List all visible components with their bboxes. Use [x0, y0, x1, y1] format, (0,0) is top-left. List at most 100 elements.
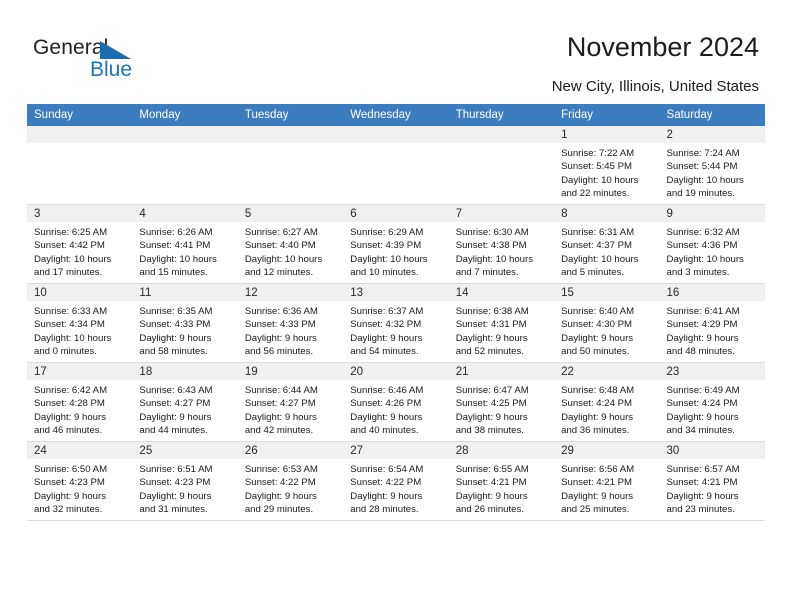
sunset-time: Sunset: 4:37 PM: [561, 240, 633, 252]
day-details: Sunrise: 6:36 AM Sunset: 4:33 PM Daylight:…: [238, 301, 343, 359]
day-number: 2: [659, 126, 765, 143]
daylight-duration-line2: and 48 minutes.: [666, 346, 735, 358]
calendar-day-cell[interactable]: 1 Sunrise: 7:22 AM Sunset: 5:45 PM Daylight…: [554, 126, 660, 205]
sunset-time: Sunset: 4:41 PM: [139, 240, 211, 252]
calendar-day-cell[interactable]: 4 Sunrise: 6:26 AM Sunset: 4:41 PM Daylight…: [132, 204, 238, 284]
sunrise-time: Sunrise: 6:36 AM: [244, 306, 318, 317]
day-number: 20: [343, 363, 449, 380]
sunrise-time: Sunrise: 6:33 AM: [34, 306, 108, 317]
sunset-time: Sunset: 4:21 PM: [666, 477, 738, 489]
day-details: Sunrise: 7:22 AM Sunset: 5:45 PM Daylight:…: [554, 143, 659, 201]
sunrise-sunset-calendar: Sunday Monday Tuesday Wednesday Thursday…: [27, 104, 765, 521]
sunset-time: Sunset: 4:25 PM: [455, 398, 527, 410]
calendar-day-cell[interactable]: 17 Sunrise: 6:42 AM Sunset: 4:28 PM Dayligh…: [27, 362, 133, 442]
day-details: Sunrise: 6:30 AM Sunset: 4:38 PM Daylight:…: [449, 222, 554, 280]
sunrise-time: Sunrise: 6:43 AM: [139, 385, 213, 396]
sunset-time: Sunset: 4:22 PM: [350, 477, 422, 489]
day-number: [343, 126, 449, 143]
calendar-day-cell[interactable]: 22 Sunrise: 6:48 AM Sunset: 4:24 PM Dayligh…: [554, 362, 660, 442]
sunset-time: Sunset: 4:23 PM: [139, 477, 211, 489]
calendar-day-cell[interactable]: 18 Sunrise: 6:43 AM Sunset: 4:27 PM Dayligh…: [132, 362, 238, 442]
calendar-day-cell[interactable]: 30 Sunrise: 6:57 AM Sunset: 4:21 PM Dayligh…: [659, 441, 765, 521]
sunset-time: Sunset: 4:28 PM: [34, 398, 105, 410]
daylight-duration-line1: Daylight: 9 hours: [666, 332, 739, 344]
sunset-time: Sunset: 4:29 PM: [666, 319, 738, 331]
day-number: 16: [659, 284, 765, 301]
daylight-duration-line2: and 10 minutes.: [350, 267, 419, 279]
calendar-day-cell[interactable]: 14 Sunrise: 6:38 AM Sunset: 4:31 PM Dayligh…: [448, 283, 555, 363]
calendar-day-cell[interactable]: 3 Sunrise: 6:25 AM Sunset: 4:42 PM Daylight…: [27, 204, 133, 284]
sunrise-time: Sunrise: 6:54 AM: [350, 464, 424, 475]
triangle-icon: [100, 41, 131, 59]
day-details: Sunrise: 6:41 AM Sunset: 4:29 PM Daylight:…: [660, 301, 765, 359]
calendar-day-cell[interactable]: 21 Sunrise: 6:47 AM Sunset: 4:25 PM Dayligh…: [448, 362, 555, 442]
daylight-duration-line2: and 19 minutes.: [666, 188, 735, 200]
calendar-day-cell[interactable]: 25 Sunrise: 6:51 AM Sunset: 4:23 PM Dayligh…: [132, 441, 238, 521]
sunset-time: Sunset: 4:32 PM: [350, 319, 422, 331]
day-details: Sunrise: 6:32 AM Sunset: 4:36 PM Daylight:…: [660, 222, 765, 280]
calendar-week-row: 24 Sunrise: 6:50 AM Sunset: 4:23 PM Dayligh…: [27, 441, 765, 521]
general-blue-logo[interactable]: General Blue: [33, 36, 173, 86]
calendar-day-cell[interactable]: 29 Sunrise: 6:56 AM Sunset: 4:21 PM Dayligh…: [554, 441, 660, 521]
calendar-day-cell[interactable]: 5 Sunrise: 6:27 AM Sunset: 4:40 PM Daylight…: [237, 204, 344, 284]
calendar-day-cell[interactable]: 16 Sunrise: 6:41 AM Sunset: 4:29 PM Dayligh…: [659, 283, 765, 363]
day-number: 11: [132, 284, 238, 301]
logo-text-blue: Blue: [90, 58, 133, 81]
calendar-day-cell[interactable]: 28 Sunrise: 6:55 AM Sunset: 4:21 PM Dayligh…: [448, 441, 555, 521]
daylight-duration-line1: Daylight: 10 hours: [561, 174, 639, 186]
daylight-duration-line1: Daylight: 9 hours: [561, 411, 634, 423]
day-details: Sunrise: 6:35 AM Sunset: 4:33 PM Daylight:…: [132, 301, 237, 359]
calendar-day-cell[interactable]: 19 Sunrise: 6:44 AM Sunset: 4:27 PM Dayligh…: [237, 362, 344, 442]
day-number: 12: [237, 284, 344, 301]
day-number: 9: [659, 205, 765, 222]
daylight-duration-line2: and 31 minutes.: [139, 504, 208, 516]
sunset-time: Sunset: 4:24 PM: [561, 398, 633, 410]
calendar-day-cell[interactable]: 9 Sunrise: 6:32 AM Sunset: 4:36 PM Daylight…: [659, 204, 765, 284]
calendar-day-cell[interactable]: 6 Sunrise: 6:29 AM Sunset: 4:39 PM Daylight…: [343, 204, 449, 284]
daylight-duration-line1: Daylight: 9 hours: [244, 332, 317, 344]
day-details: Sunrise: 6:44 AM Sunset: 4:27 PM Daylight:…: [238, 380, 343, 438]
calendar-day-cell[interactable]: 24 Sunrise: 6:50 AM Sunset: 4:23 PM Dayligh…: [27, 441, 133, 521]
sunrise-time: Sunrise: 6:27 AM: [244, 227, 318, 238]
sunrise-time: Sunrise: 6:53 AM: [244, 464, 318, 475]
daylight-duration-line1: Daylight: 10 hours: [139, 253, 217, 265]
day-number: [132, 126, 238, 143]
calendar-day-cell[interactable]: 23 Sunrise: 6:49 AM Sunset: 4:24 PM Dayligh…: [659, 362, 765, 442]
day-number: 1: [554, 126, 660, 143]
daylight-duration-line1: Daylight: 9 hours: [455, 411, 528, 423]
calendar-day-cell[interactable]: 20 Sunrise: 6:46 AM Sunset: 4:26 PM Dayligh…: [343, 362, 449, 442]
calendar-day-cell[interactable]: 26 Sunrise: 6:53 AM Sunset: 4:22 PM Dayligh…: [237, 441, 344, 521]
daylight-duration-line2: and 3 minutes.: [666, 267, 730, 279]
calendar-day-cell[interactable]: 8 Sunrise: 6:31 AM Sunset: 4:37 PM Daylight…: [554, 204, 660, 284]
calendar-day-cell[interactable]: 11 Sunrise: 6:35 AM Sunset: 4:33 PM Dayligh…: [132, 283, 238, 363]
daylight-duration-line2: and 38 minutes.: [455, 425, 524, 437]
daylight-duration-line1: Daylight: 9 hours: [34, 490, 106, 502]
calendar-day-cell[interactable]: 10 Sunrise: 6:33 AM Sunset: 4:34 PM Dayligh…: [27, 283, 133, 363]
daylight-duration-line1: Daylight: 9 hours: [244, 490, 317, 502]
calendar-day-cell[interactable]: 27 Sunrise: 6:54 AM Sunset: 4:22 PM Dayligh…: [343, 441, 449, 521]
daylight-duration-line2: and 50 minutes.: [561, 346, 630, 358]
calendar-day-cell[interactable]: 15 Sunrise: 6:40 AM Sunset: 4:30 PM Dayligh…: [554, 283, 660, 363]
calendar-week-row: 10 Sunrise: 6:33 AM Sunset: 4:34 PM Dayligh…: [27, 283, 765, 363]
calendar-day-cell[interactable]: 13 Sunrise: 6:37 AM Sunset: 4:32 PM Dayligh…: [343, 283, 449, 363]
calendar-empty-cell: [237, 126, 344, 205]
day-details: Sunrise: 6:27 AM Sunset: 4:40 PM Daylight:…: [238, 222, 343, 280]
daylight-duration-line1: Daylight: 9 hours: [139, 490, 212, 502]
daylight-duration-line2: and 56 minutes.: [244, 346, 314, 358]
sunrise-time: Sunrise: 6:48 AM: [561, 385, 635, 396]
calendar-day-cell[interactable]: 7 Sunrise: 6:30 AM Sunset: 4:38 PM Daylight…: [448, 204, 555, 284]
day-number: [27, 126, 133, 143]
daylight-duration-line1: Daylight: 9 hours: [666, 490, 739, 502]
daylight-duration-line2: and 46 minutes.: [34, 425, 103, 437]
calendar-day-cell[interactable]: 12 Sunrise: 6:36 AM Sunset: 4:33 PM Dayligh…: [237, 283, 344, 363]
day-details: Sunrise: 6:43 AM Sunset: 4:27 PM Daylight:…: [132, 380, 237, 438]
daylight-duration-line1: Daylight: 10 hours: [455, 253, 534, 265]
day-details: Sunrise: 6:42 AM Sunset: 4:28 PM Daylight:…: [27, 380, 132, 438]
daylight-duration-line1: Daylight: 10 hours: [34, 332, 112, 344]
day-number: 30: [659, 442, 765, 459]
sunrise-time: Sunrise: 6:57 AM: [666, 464, 740, 475]
daylight-duration-line1: Daylight: 9 hours: [455, 332, 528, 344]
daylight-duration-line2: and 28 minutes.: [350, 504, 419, 516]
calendar-day-cell[interactable]: 2 Sunrise: 7:24 AM Sunset: 5:44 PM Daylight…: [659, 126, 765, 205]
day-details: Sunrise: 6:38 AM Sunset: 4:31 PM Daylight:…: [449, 301, 554, 359]
